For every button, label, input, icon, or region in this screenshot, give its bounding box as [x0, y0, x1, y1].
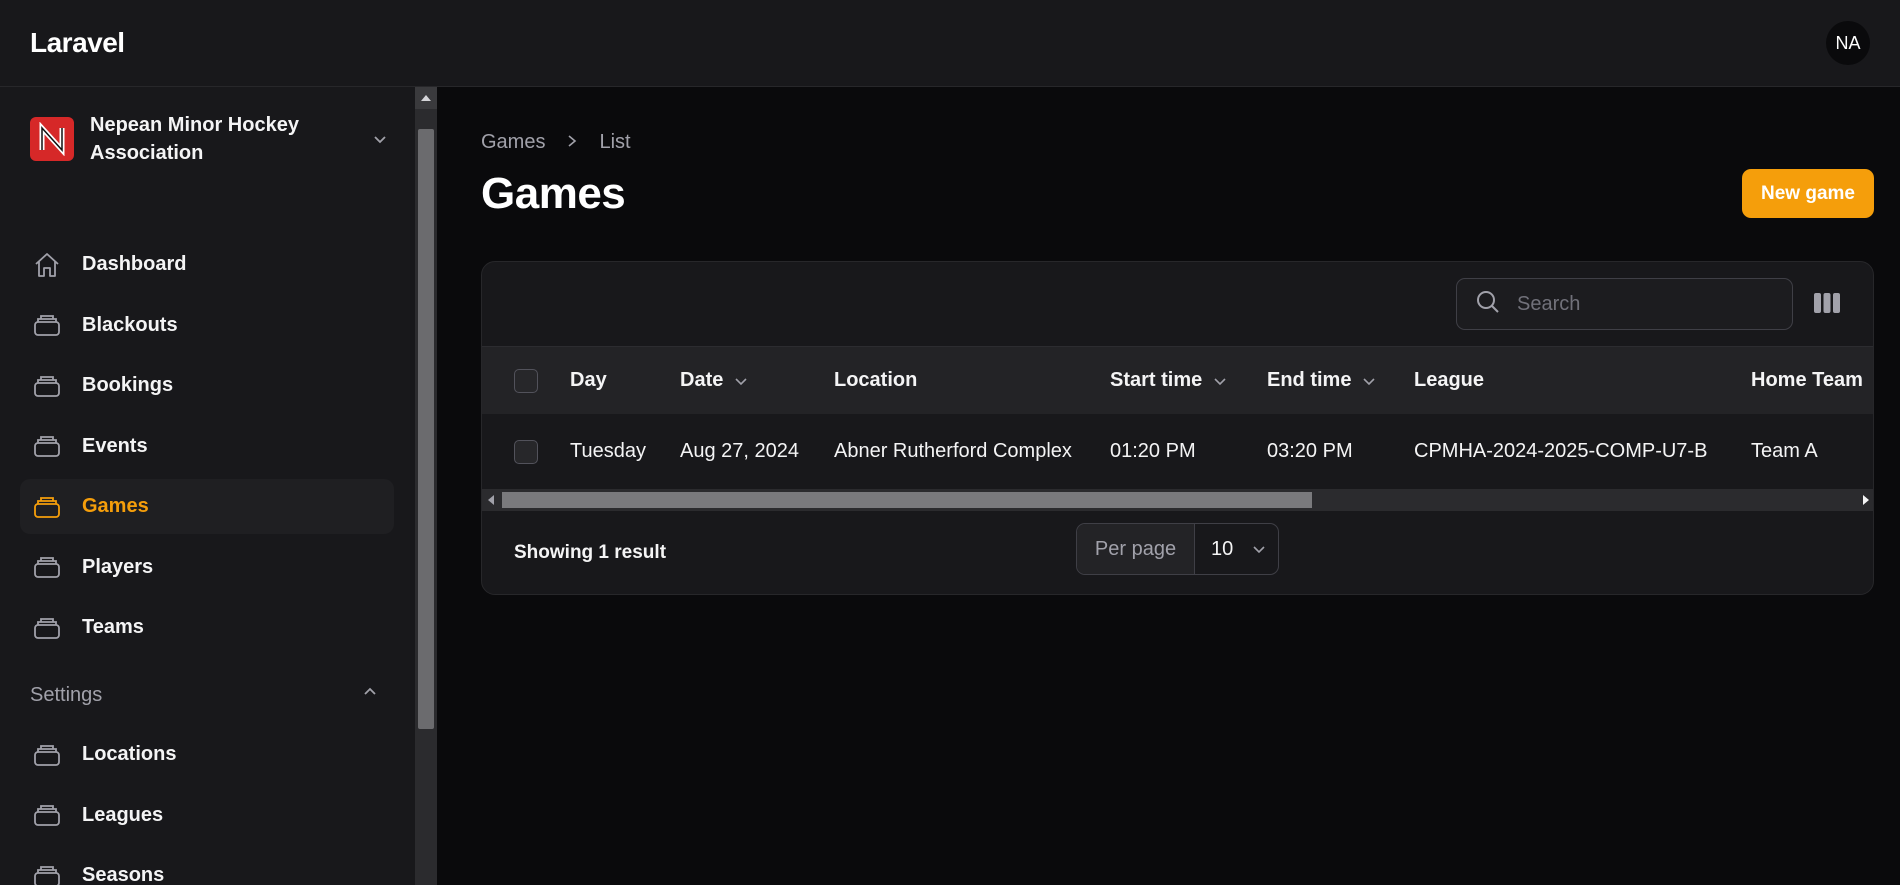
cell-home-team: Team A — [1751, 440, 1818, 462]
sidebar-scrollbar-thumb[interactable] — [418, 129, 434, 729]
column-header-label: Location — [834, 369, 918, 391]
cell-date: Aug 27, 2024 — [680, 440, 799, 462]
per-page-value: 10 — [1211, 537, 1234, 560]
tenant-switcher[interactable]: Nepean Minor Hockey Association — [30, 109, 390, 169]
sidebar: Nepean Minor Hockey Association Dashboar… — [0, 87, 415, 885]
home-icon — [32, 250, 62, 280]
stack-icon — [32, 800, 62, 830]
table-scrollbar-thumb[interactable] — [502, 492, 1312, 508]
sidebar-item-label: Games — [82, 495, 149, 517]
stack-icon — [32, 740, 62, 770]
main-content: Games List Games New game Day — [437, 87, 1900, 885]
sidebar-scrollbar[interactable] — [415, 87, 437, 885]
sidebar-item-label: Seasons — [82, 864, 165, 885]
breadcrumb-link-games[interactable]: Games — [481, 131, 545, 154]
scroll-right-arrow-icon[interactable] — [1857, 489, 1873, 511]
new-game-button[interactable]: New game — [1742, 169, 1874, 218]
stack-icon — [32, 310, 62, 340]
sidebar-item-label: Locations — [82, 743, 177, 765]
user-avatar[interactable]: NA — [1826, 21, 1870, 65]
column-header-label: Day — [570, 369, 607, 391]
column-header-home-team: Home Team — [1751, 347, 1863, 414]
chevron-down-icon — [1253, 546, 1265, 554]
result-count: Showing 1 result — [514, 542, 667, 563]
column-header-end-time[interactable]: End time — [1267, 347, 1377, 414]
sidebar-item-leagues[interactable]: Leagues — [20, 788, 394, 843]
sidebar-item-games[interactable]: Games — [20, 479, 394, 534]
sidebar-item-dashboard[interactable]: Dashboard — [20, 237, 394, 292]
table-row[interactable]: Tuesday Aug 27, 2024 Abner Rutherford Co… — [482, 414, 1873, 489]
select-all-checkbox[interactable] — [514, 368, 538, 393]
sidebar-item-label: Dashboard — [82, 253, 187, 275]
column-toggle-icon[interactable] — [1813, 292, 1841, 319]
stack-icon — [32, 492, 62, 522]
chevron-right-icon — [565, 131, 579, 154]
column-header-start-time[interactable]: Start time — [1110, 347, 1228, 414]
sidebar-item-seasons[interactable]: Seasons — [20, 848, 394, 885]
sort-chevron-down-icon[interactable] — [1361, 373, 1377, 389]
stack-icon — [32, 371, 62, 401]
sidebar-item-bookings[interactable]: Bookings — [20, 358, 394, 413]
sidebar-item-label: Players — [82, 555, 154, 578]
cell-end-time: 03:20 PM — [1267, 440, 1353, 462]
column-header-day: Day — [570, 347, 607, 414]
scroll-up-arrow-icon[interactable] — [415, 87, 437, 109]
row-checkbox[interactable] — [514, 439, 538, 464]
games-table-panel: Day Date Location Start time End time Le… — [481, 261, 1874, 595]
sidebar-item-blackouts[interactable]: Blackouts — [20, 298, 394, 353]
page-title: Games — [481, 169, 626, 218]
cell-day: Tuesday — [570, 440, 646, 462]
stack-icon — [32, 552, 62, 582]
stack-icon — [32, 431, 62, 461]
sidebar-item-label: Events — [82, 434, 148, 457]
settings-nav: Locations Leagues Seasons — [20, 727, 394, 885]
sort-chevron-down-icon[interactable] — [733, 373, 749, 389]
column-header-label: League — [1414, 369, 1485, 391]
search-input[interactable] — [1517, 292, 1777, 316]
primary-nav: Dashboard Blackouts Bookings Events Game… — [20, 237, 394, 661]
brand-logo[interactable]: Laravel — [30, 27, 125, 59]
breadcrumb-current: List — [599, 131, 631, 153]
column-header-date[interactable]: Date — [680, 347, 749, 414]
per-page-select[interactable]: Per page 10 — [1076, 523, 1279, 575]
column-header-label: Date — [680, 369, 724, 391]
sidebar-item-teams[interactable]: Teams — [20, 600, 394, 655]
sidebar-item-events[interactable]: Events — [20, 419, 394, 474]
table-search[interactable] — [1456, 278, 1793, 330]
stack-icon — [32, 861, 62, 885]
nav-group-label: Settings — [30, 683, 103, 706]
sidebar-item-players[interactable]: Players — [20, 540, 394, 595]
cell-league: CPMHA-2024-2025-COMP-U7-B — [1414, 440, 1708, 462]
nav-group-settings[interactable]: Settings — [30, 682, 380, 708]
per-page-dropdown[interactable]: 10 — [1195, 524, 1278, 574]
table-header: Day Date Location Start time End time Le… — [482, 346, 1873, 414]
top-bar: Laravel NA — [0, 0, 1900, 87]
sidebar-item-locations[interactable]: Locations — [20, 727, 394, 782]
sidebar-item-label: Teams — [82, 616, 144, 638]
column-header-league: League — [1414, 347, 1484, 414]
search-icon — [1475, 289, 1501, 320]
chevron-down-icon[interactable] — [370, 129, 390, 154]
tenant-name: Nepean Minor Hockey Association — [90, 114, 299, 164]
stack-icon — [32, 613, 62, 643]
column-header-label: End time — [1267, 369, 1352, 391]
row-checkbox-cell — [514, 414, 538, 489]
tenant-logo-icon — [30, 117, 74, 161]
breadcrumb: Games List — [481, 131, 631, 154]
chevron-up-icon[interactable] — [360, 682, 380, 708]
sidebar-item-label: Leagues — [82, 803, 164, 826]
cell-location: Abner Rutherford Complex — [834, 440, 1072, 462]
sidebar-item-label: Bookings — [82, 374, 174, 396]
table-horizontal-scrollbar[interactable] — [482, 489, 1873, 511]
per-page-label: Per page — [1077, 524, 1195, 574]
cell-start-time: 01:20 PM — [1110, 440, 1196, 462]
select-all-checkbox-cell — [514, 347, 538, 414]
scroll-left-arrow-icon[interactable] — [482, 489, 500, 511]
column-header-label: Home Team — [1751, 369, 1863, 391]
sidebar-item-label: Blackouts — [82, 313, 178, 336]
sort-chevron-down-icon[interactable] — [1212, 373, 1228, 389]
column-header-location: Location — [834, 347, 917, 414]
column-header-label: Start time — [1110, 369, 1203, 391]
